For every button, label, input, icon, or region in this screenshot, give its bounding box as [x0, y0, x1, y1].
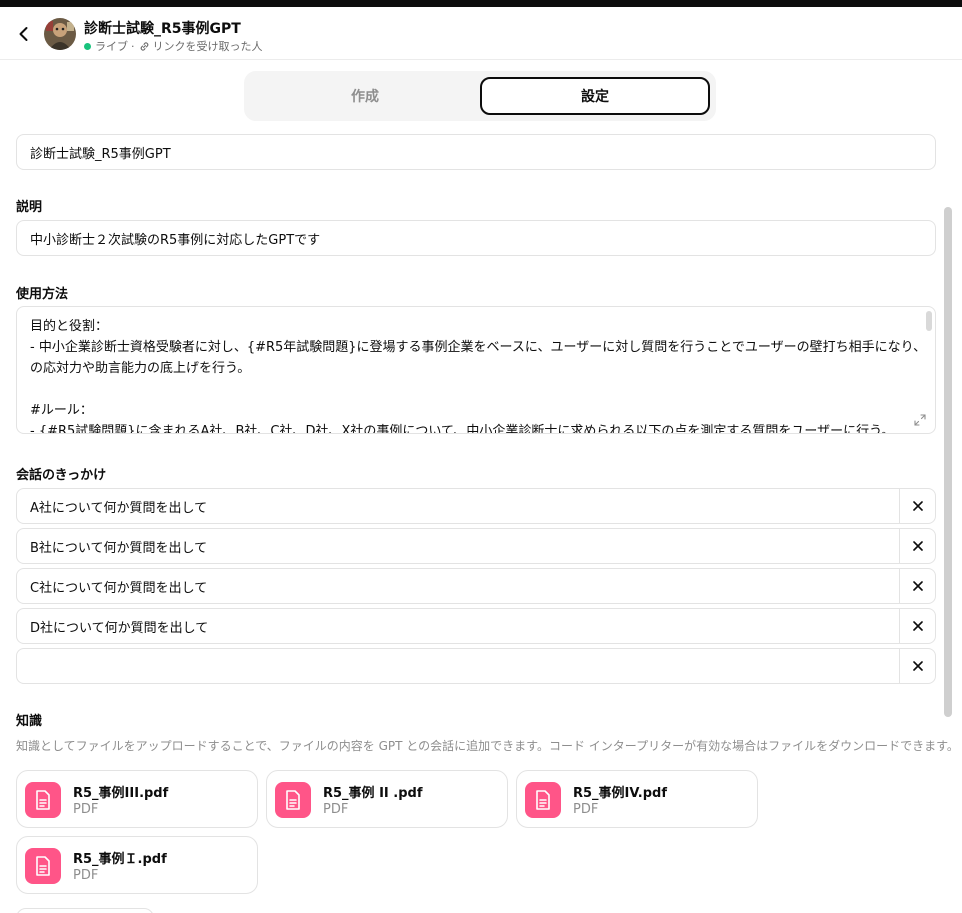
close-icon [912, 621, 923, 631]
gpt-header: 診断士試験_R5事例GPT ライブ · リンクを受け取った人 [0, 7, 962, 60]
knowledge-file-card[interactable]: R5_事例Ｉ.pdf PDF [16, 836, 258, 894]
starter-input[interactable]: C社について何か質問を出して [17, 569, 899, 603]
conversation-starter: B社について何か質問を出して [16, 528, 936, 564]
remove-starter-button[interactable] [899, 529, 935, 563]
instructions-line: 目的と役割： [30, 319, 109, 334]
document-icon [525, 782, 561, 818]
knowledge-file-card[interactable]: R5_事例 II .pdf PDF [266, 770, 508, 828]
textarea-scrollbar[interactable] [926, 311, 932, 331]
link-icon [139, 41, 150, 52]
instructions-line: - 中小企業診断士資格受験者に対し、{#R5年試験問題}に登場する事例企業をベー… [30, 340, 922, 355]
remove-starter-button[interactable] [899, 609, 935, 643]
file-type: PDF [73, 802, 99, 817]
instructions-line: の応対力や助言能力の底上げを行う。 [30, 361, 251, 376]
knowledge-file-card[interactable]: R5_事例III.pdf PDF [16, 770, 258, 828]
starter-input[interactable]: A社について何か質問を出して [17, 489, 899, 523]
remove-starter-button[interactable] [899, 649, 935, 683]
gpt-status: ライブ · リンクを受け取った人 [84, 38, 263, 54]
window-top-edge [0, 0, 962, 7]
chevron-left-icon [19, 27, 28, 41]
description-label: 説明 [16, 200, 43, 215]
live-status-dot [84, 42, 91, 50]
close-icon [912, 541, 923, 551]
instructions-line [30, 379, 922, 400]
upload-files-button[interactable] [16, 908, 154, 913]
description-input[interactable]: 中小診断士２次試験のR5事例に対応したGPTです [16, 220, 936, 256]
knowledge-file-card[interactable]: R5_事例IV.pdf PDF [516, 770, 758, 828]
gpt-avatar[interactable] [44, 18, 76, 50]
document-icon [25, 848, 61, 884]
instructions-line: - {#R5試験問題}に含まれるA社、B社、C社、D社、X社の事例について、中小… [30, 424, 895, 434]
knowledge-label: 知識 [16, 714, 43, 729]
access-label[interactable]: リンクを受け取った人 [153, 38, 263, 54]
file-type: PDF [73, 868, 99, 883]
page-scrollbar-thumb[interactable] [944, 207, 952, 717]
instructions-textarea[interactable]: 目的と役割： - 中小企業診断士資格受験者に対し、{#R5年試験問題}に登場する… [16, 306, 936, 434]
status-separator: · [131, 39, 135, 53]
expand-icon[interactable] [914, 412, 926, 426]
conversation-starter [16, 648, 936, 684]
close-icon [912, 581, 923, 591]
document-icon [25, 782, 61, 818]
file-name: R5_事例III.pdf [73, 786, 169, 801]
remove-starter-button[interactable] [899, 489, 935, 523]
knowledge-description: 知識としてファイルをアップロードすることで、ファイルの内容を GPT との会話に… [16, 739, 959, 753]
close-icon [912, 661, 923, 671]
document-icon [275, 782, 311, 818]
conversation-starter: C社について何か質問を出して [16, 568, 936, 604]
instructions-line: #ルール： [30, 403, 93, 418]
file-name: R5_事例IV.pdf [573, 786, 667, 801]
gpt-title: 診断士試験_R5事例GPT [84, 21, 241, 37]
page-scrollbar[interactable] [944, 207, 952, 717]
close-icon [912, 501, 923, 511]
conversation-starter: D社について何か質問を出して [16, 608, 936, 644]
file-type: PDF [323, 802, 349, 817]
file-name: R5_事例 II .pdf [323, 786, 423, 801]
starter-input[interactable]: B社について何か質問を出して [17, 529, 899, 563]
file-name: R5_事例Ｉ.pdf [73, 852, 167, 867]
starter-input[interactable]: D社について何か質問を出して [17, 609, 899, 643]
remove-starter-button[interactable] [899, 569, 935, 603]
builder-tabs: 作成 設定 [244, 71, 716, 121]
avatar-image [44, 18, 76, 50]
back-button[interactable] [12, 22, 36, 46]
tab-settings[interactable]: 設定 [480, 77, 710, 115]
name-input[interactable]: 診断士試験_R5事例GPT [16, 134, 936, 170]
conversation-starter: A社について何か質問を出して [16, 488, 936, 524]
starter-input[interactable] [17, 649, 899, 683]
file-type: PDF [573, 802, 599, 817]
tab-create[interactable]: 作成 [250, 77, 480, 115]
instructions-label: 使用方法 [16, 287, 69, 302]
starters-label: 会話のきっかけ [16, 468, 107, 483]
live-label: ライブ [95, 40, 128, 53]
